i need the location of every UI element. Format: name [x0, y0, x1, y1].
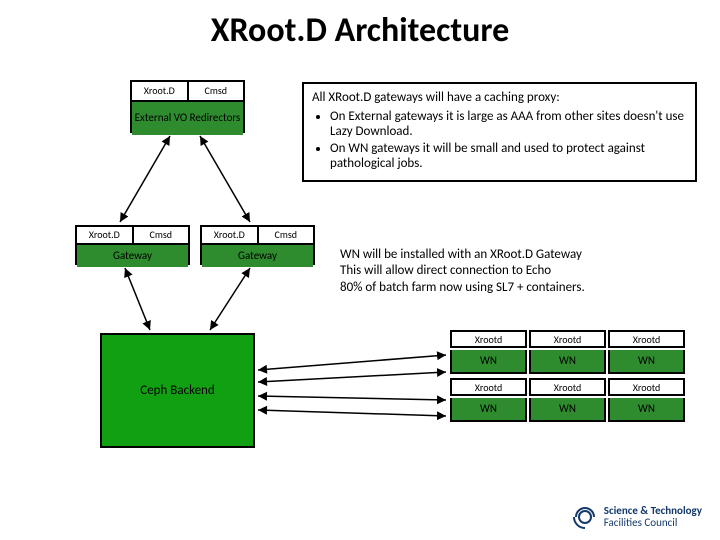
stfc-logo-icon: [572, 504, 598, 530]
gateway1-label: Gateway: [77, 243, 188, 267]
stfc-logo: Science & Technology Facilities Council: [572, 504, 702, 530]
wn-node: WN: [529, 350, 606, 374]
redirector-col1: Xroot.D: [132, 82, 189, 100]
info-caching-bullet1: On External gateways it is large as AAA …: [330, 109, 687, 139]
wn-header: Xrootd: [608, 378, 685, 396]
info-wn: WN will be installed with an XRoot.D Gat…: [340, 247, 700, 296]
info-caching-proxy: All XRoot.D gateways will have a caching…: [302, 82, 697, 182]
ceph-label: Ceph Backend: [140, 383, 214, 398]
info-wn-line2: This will allow direct connection to Ech…: [340, 263, 700, 279]
gateway2-col1: Xroot.D: [202, 227, 259, 243]
redirector-node: Xroot.D Cmsd External VO Redirectors: [130, 80, 245, 133]
wn-node: WN: [450, 398, 527, 422]
gateway1-col1: Xroot.D: [77, 227, 134, 243]
gateway2-label: Gateway: [202, 243, 313, 267]
gateway-node-2: Xroot.D Cmsd Gateway: [200, 225, 315, 265]
wn-node: WN: [450, 350, 527, 374]
wn-header: Xrootd: [450, 330, 527, 348]
wn-header: Xrootd: [450, 378, 527, 396]
wn-header: Xrootd: [529, 378, 606, 396]
wn-header: Xrootd: [608, 330, 685, 348]
gateway2-col2: Cmsd: [259, 227, 314, 243]
wn-node: WN: [529, 398, 606, 422]
stfc-logo-text: Science & Technology Facilities Council: [604, 505, 702, 529]
info-wn-line3: 80% of batch farm now using SL7 + contai…: [340, 280, 700, 296]
info-wn-line1: WN will be installed with an XRoot.D Gat…: [340, 247, 700, 263]
page-title: XRoot.D Architecture: [0, 10, 720, 51]
wn-header: Xrootd: [529, 330, 606, 348]
info-caching-lead: All XRoot.D gateways will have a caching…: [312, 90, 687, 105]
redirector-label: External VO Redirectors: [132, 100, 243, 135]
wn-cluster: Xrootd Xrootd Xrootd WN WN WN Xrootd Xro…: [450, 330, 685, 422]
gateway-node-1: Xroot.D Cmsd Gateway: [75, 225, 190, 265]
wn-node: WN: [608, 350, 685, 374]
ceph-backend-node: Ceph Backend: [100, 333, 255, 448]
gateway1-col2: Cmsd: [134, 227, 189, 243]
redirector-col2: Cmsd: [189, 82, 244, 100]
wn-node: WN: [608, 398, 685, 422]
info-caching-bullet2: On WN gateways it will be small and used…: [330, 141, 687, 171]
